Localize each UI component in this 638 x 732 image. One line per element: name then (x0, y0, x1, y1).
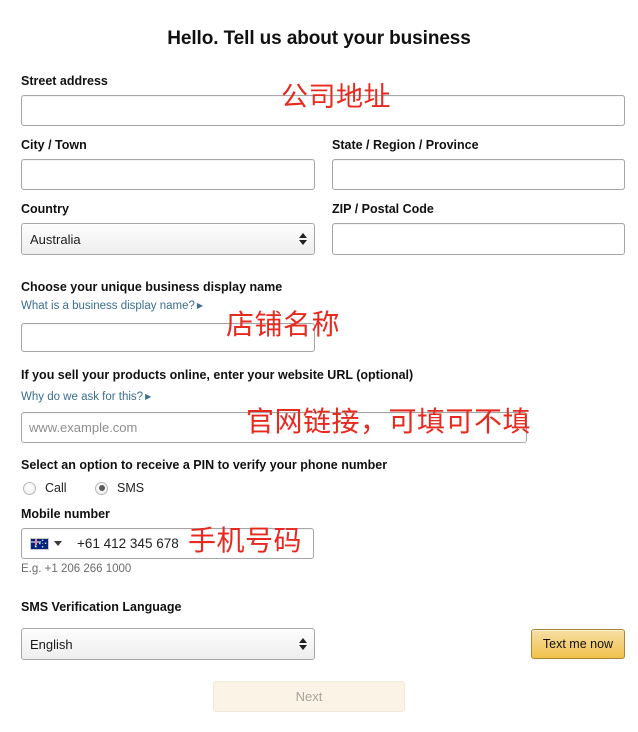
website-help-link[interactable]: Why do we ask for this? ▶ (21, 391, 151, 403)
mobile-number-value: +61 412 345 678 (77, 536, 179, 551)
country-code-selector[interactable] (22, 537, 68, 550)
radio-option-sms-label: SMS (117, 481, 145, 495)
street-address-input[interactable] (21, 95, 625, 126)
zip-input[interactable] (332, 223, 625, 255)
display-name-help-link-text: What is a business display name? (21, 300, 195, 312)
website-label: If you sell your products online, enter … (21, 368, 414, 382)
display-name-help-link[interactable]: What is a business display name? ▶ (21, 300, 203, 312)
state-input[interactable] (332, 159, 625, 190)
display-name-input[interactable] (21, 323, 315, 352)
mobile-number-label: Mobile number (21, 507, 110, 521)
updown-chevron-icon (292, 638, 314, 650)
pin-option-label: Select an option to receive a PIN to ver… (21, 458, 388, 472)
sms-language-select-value: English (30, 636, 73, 652)
page-title: Hello. Tell us about your business (167, 28, 471, 49)
radio-indicator (95, 481, 108, 495)
website-help-link-text: Why do we ask for this? (21, 391, 144, 403)
chevron-right-icon: ▶ (196, 301, 204, 310)
mobile-number-hint: E.g. +1 206 266 1000 (21, 563, 132, 575)
radio-option-call[interactable]: Call (23, 481, 67, 495)
country-label: Country (21, 202, 69, 216)
chevron-down-icon (54, 541, 62, 546)
radio-indicator (23, 481, 36, 495)
state-label: State / Region / Province (332, 138, 479, 152)
radio-option-call-label: Call (45, 481, 67, 495)
radio-option-sms[interactable]: SMS (95, 481, 144, 495)
chevron-right-icon: ▶ (145, 392, 152, 401)
website-url-input[interactable] (21, 412, 527, 443)
street-address-label: Street address (21, 74, 108, 88)
display-name-label: Choose your unique business display name (21, 280, 283, 294)
text-me-now-button[interactable]: Text me now (531, 629, 625, 659)
pin-option-radio-group: Call SMS (0, 481, 638, 499)
city-label: City / Town (21, 138, 87, 152)
city-input[interactable] (21, 159, 315, 190)
sms-language-select[interactable]: English (21, 628, 315, 660)
next-button: Next (213, 681, 405, 712)
australia-flag-icon (30, 537, 49, 550)
country-select[interactable]: Australia (21, 223, 315, 255)
updown-chevron-icon (292, 233, 314, 245)
sms-language-label: SMS Verification Language (21, 600, 182, 614)
zip-label: ZIP / Postal Code (332, 202, 434, 216)
mobile-number-field[interactable]: +61 412 345 678 (21, 528, 314, 559)
country-select-value: Australia (30, 231, 81, 247)
business-registration-page: Hello. Tell us about your business Stree… (0, 0, 638, 732)
